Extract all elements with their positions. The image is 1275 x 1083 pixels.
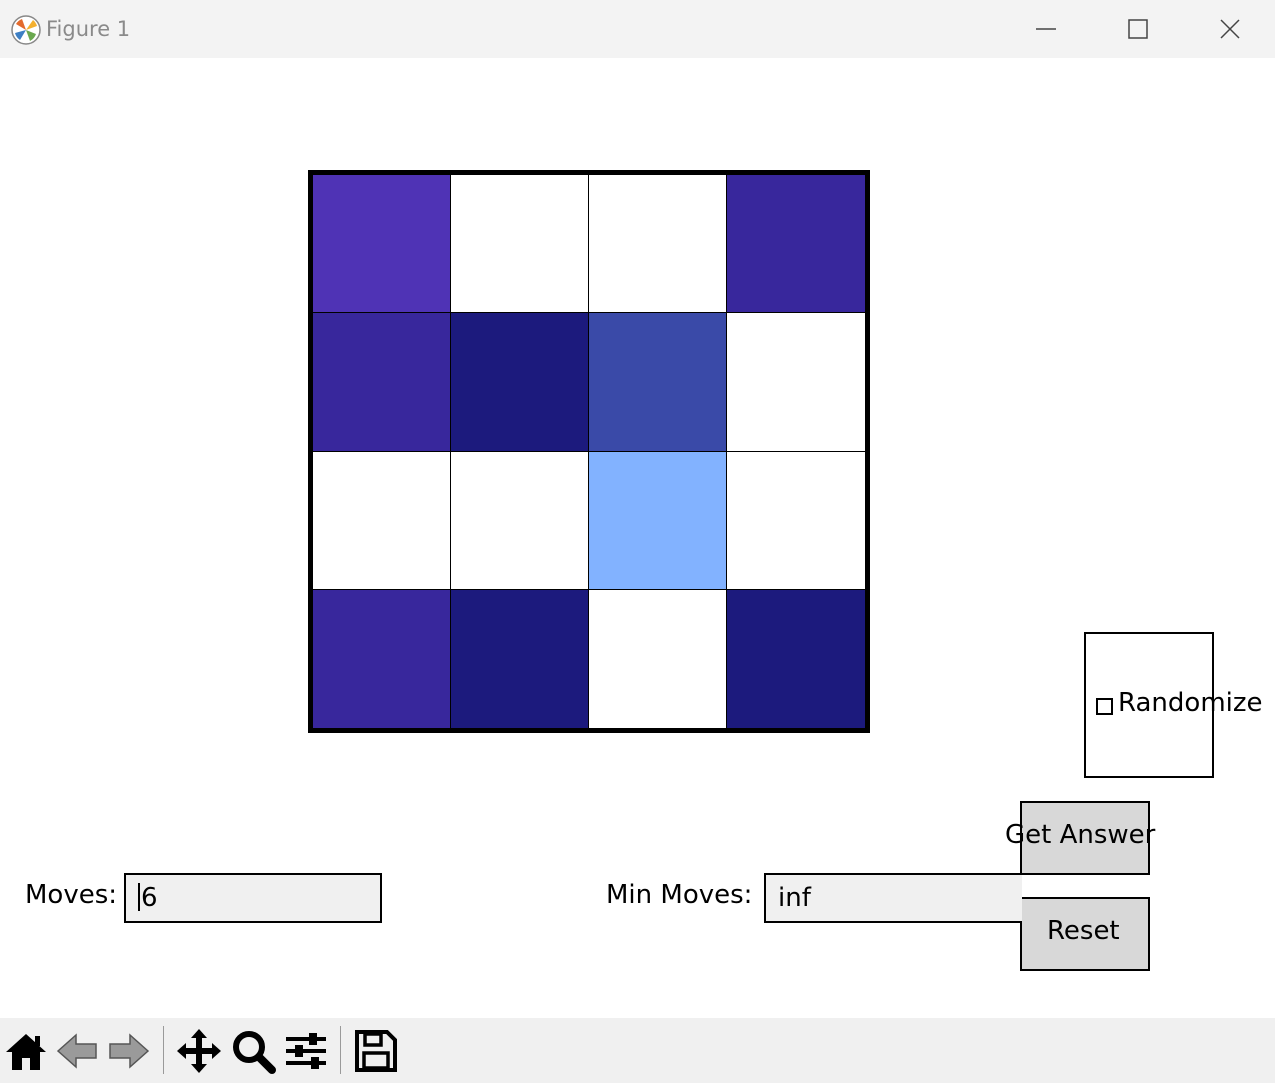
zoom-icon [233, 1031, 276, 1074]
maximize-button[interactable] [1092, 0, 1184, 58]
title-bar: Figure 1 [0, 0, 1275, 58]
board-cell-r1-c2[interactable] [451, 175, 589, 314]
moves-label: Moves: [25, 880, 118, 910]
toolbar-separator [163, 1026, 164, 1074]
randomize-checkbox[interactable] [1096, 698, 1113, 715]
matplotlib-icon [10, 14, 42, 46]
get-answer-label[interactable]: Get Answer [1005, 820, 1155, 850]
board-cell-r2-c3[interactable] [589, 313, 727, 452]
board-cell-r3-c2[interactable] [451, 451, 589, 590]
text-cursor [138, 883, 140, 911]
board-cell-r4-c3[interactable] [589, 589, 727, 728]
board-cell-r2-c4[interactable] [727, 313, 865, 452]
navigation-toolbar [0, 1018, 1275, 1083]
board-cell-r1-c4[interactable] [727, 175, 865, 314]
pan-button[interactable] [175, 1028, 223, 1074]
configure-subplots-button[interactable] [282, 1028, 330, 1074]
forward-button[interactable] [104, 1028, 152, 1074]
back-button[interactable] [54, 1028, 102, 1074]
board-cell-r2-c2[interactable] [451, 313, 589, 452]
toolbar-separator [340, 1026, 341, 1074]
board-cell-r1-c3[interactable] [589, 175, 727, 314]
save-button[interactable] [351, 1028, 399, 1074]
randomize-label[interactable]: Randomize [1118, 688, 1263, 718]
game-board [308, 170, 870, 733]
min-moves-input[interactable]: inf [764, 873, 1022, 923]
pan-icon [177, 1029, 221, 1073]
min-moves-value: inf [778, 883, 811, 913]
board-cell-r4-c1[interactable] [313, 589, 451, 728]
close-icon [1220, 19, 1240, 39]
back-icon [56, 1033, 97, 1069]
board-cell-r4-c4[interactable] [727, 589, 865, 728]
board-cell-r1-c1[interactable] [313, 175, 451, 314]
board-cell-r3-c4[interactable] [727, 451, 865, 590]
window-title: Figure 1 [46, 17, 131, 41]
close-button[interactable] [1184, 0, 1275, 58]
save-icon [355, 1030, 397, 1072]
moves-input[interactable]: 6 [124, 873, 382, 923]
board-cell-r3-c3[interactable] [589, 451, 727, 590]
home-icon [6, 1034, 46, 1070]
min-moves-label: Min Moves: [606, 880, 753, 910]
board-cell-r4-c2[interactable] [451, 589, 589, 728]
board-cell-r2-c1[interactable] [313, 313, 451, 452]
home-button[interactable] [2, 1028, 50, 1074]
zoom-button[interactable] [229, 1028, 277, 1074]
maximize-icon [1128, 19, 1148, 39]
configure-subplots-icon [286, 1033, 326, 1069]
forward-icon [109, 1033, 150, 1069]
moves-value: 6 [141, 883, 158, 913]
minimize-icon [1036, 28, 1056, 30]
reset-label[interactable]: Reset [1047, 916, 1120, 946]
board-cell-r3-c1[interactable] [313, 451, 451, 590]
minimize-button[interactable] [1000, 0, 1092, 58]
